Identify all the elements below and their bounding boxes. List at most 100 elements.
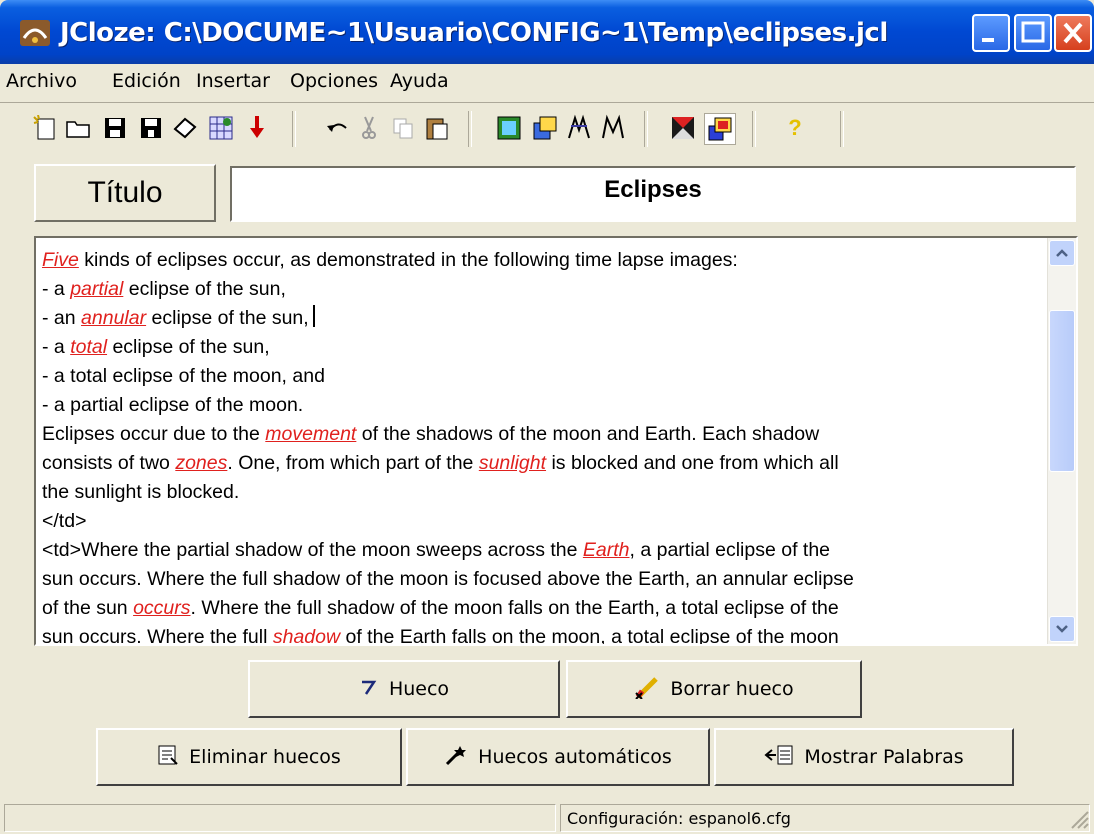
undo-icon[interactable] xyxy=(322,113,352,143)
editor-line: sun occurs. Where the full shadow of the… xyxy=(42,623,1038,646)
help-icon[interactable]: ? xyxy=(780,113,810,143)
gap-word[interactable]: movement xyxy=(265,423,356,445)
editor-text-run: Eclipses occur due to the xyxy=(42,423,266,445)
menu-opciones[interactable]: Opciones xyxy=(290,70,378,92)
cut-icon[interactable] xyxy=(354,113,384,143)
borrar-hueco-button[interactable]: Borrar hueco xyxy=(566,660,862,718)
copy-icon[interactable] xyxy=(388,113,418,143)
editor-text-run: <td>Where the partial shadow of the moon… xyxy=(42,539,583,561)
gap-icon xyxy=(359,677,379,702)
gap-word[interactable]: sunlight xyxy=(479,452,546,474)
editor-line: the sunlight is blocked. xyxy=(42,478,1038,507)
gap-word[interactable]: zones xyxy=(175,452,227,474)
eliminar-huecos-button[interactable]: Eliminar huecos xyxy=(96,728,402,786)
editor-text-run: of the shadows of the moon and Earth. Ea… xyxy=(356,423,820,445)
editor-line: - an annular eclipse of the sun, xyxy=(42,304,1038,333)
export-html-icon[interactable] xyxy=(564,113,594,143)
hueco-label: Hueco xyxy=(388,678,450,700)
editor-text-run: sun occurs. Where the full xyxy=(42,626,273,646)
editor-line: - a total eclipse of the moon, and xyxy=(42,362,1038,391)
download-arrow-icon[interactable] xyxy=(242,113,272,143)
status-bar: Configuración: espanol6.cfg xyxy=(0,800,1094,834)
menu-insertar[interactable]: Insertar xyxy=(196,70,270,92)
gap-word[interactable]: shadow xyxy=(273,626,340,644)
gap-word[interactable]: Five xyxy=(42,249,79,271)
editor-text-run: - a total eclipse of the moon, and xyxy=(42,365,325,387)
config-icon[interactable] xyxy=(668,113,698,143)
export-combo-icon[interactable] xyxy=(598,113,628,143)
editor-text-run: - an xyxy=(42,307,82,329)
editor-text-run: - a xyxy=(42,336,71,358)
editor-line: Five kinds of eclipses occur, as demonst… xyxy=(42,246,1038,275)
editor-text-run: . Where the full shadow of the moon fall… xyxy=(190,597,839,619)
editor-text-run: is blocked and one from which all xyxy=(546,452,839,474)
minimize-icon xyxy=(982,38,994,42)
vertical-scrollbar[interactable] xyxy=(1047,238,1076,644)
editor-line: <td>Where the partial shadow of the moon… xyxy=(42,536,1038,565)
jcloze-window: JCloze: C:\DOCUME~1\Usuario\CONFIG~1\Tem… xyxy=(0,0,1094,834)
paste-icon[interactable] xyxy=(422,113,452,143)
editor-text-run: eclipse of the sun, xyxy=(123,278,286,300)
title-label: Título xyxy=(34,164,216,222)
mostrar-palabras-label: Mostrar Palabras xyxy=(804,746,964,768)
huecos-automaticos-button[interactable]: Huecos automáticos xyxy=(406,728,710,786)
editor-line: - a partial eclipse of the sun, xyxy=(42,275,1038,304)
eraser-icon[interactable] xyxy=(170,113,200,143)
export-web-icon[interactable] xyxy=(494,113,524,143)
toolbar-separator xyxy=(468,111,472,147)
text-editor[interactable]: Five kinds of eclipses occur, as demonst… xyxy=(34,236,1078,646)
web-page-icon[interactable] xyxy=(206,113,236,143)
editor-text-run: - a partial eclipse of the moon. xyxy=(42,394,304,416)
save-as-icon[interactable] xyxy=(136,113,166,143)
scroll-down-button[interactable] xyxy=(1049,616,1075,642)
new-document-icon[interactable] xyxy=(30,113,60,143)
gap-word[interactable]: Earth xyxy=(583,539,630,561)
title-bar[interactable]: JCloze: C:\DOCUME~1\Usuario\CONFIG~1\Tem… xyxy=(0,0,1094,64)
toolbar-separator xyxy=(752,111,756,147)
editor-text-run: sun occurs. Where the full shadow of the… xyxy=(42,568,854,590)
export-drag-icon[interactable] xyxy=(530,113,560,143)
editor-line: - a partial eclipse of the moon. xyxy=(42,391,1038,420)
editor-text-run: of the Earth falls on the moon, a total … xyxy=(340,626,839,646)
hueco-button[interactable]: Hueco xyxy=(248,660,560,718)
chevron-up-icon xyxy=(1056,249,1068,257)
editor-text-run: . One, from which part of the xyxy=(227,452,479,474)
borrar-hueco-label: Borrar hueco xyxy=(670,678,794,700)
mostrar-palabras-button[interactable]: Mostrar Palabras xyxy=(714,728,1014,786)
editor-line: - a total eclipse of the sun, xyxy=(42,333,1038,362)
scroll-up-button[interactable] xyxy=(1049,240,1075,266)
status-config: Configuración: espanol6.cfg xyxy=(560,804,1090,832)
editor-text-run: </td> xyxy=(42,510,87,532)
editor-text-run: , a partial eclipse of the xyxy=(629,539,831,561)
toolbar-separator xyxy=(840,111,844,147)
editor-text-run: of the sun xyxy=(42,597,134,619)
title-input[interactable]: Eclipses xyxy=(230,166,1076,222)
gap-word[interactable]: annular xyxy=(81,307,146,329)
editor-text-run: kinds of eclipses occur, as demonstrated… xyxy=(78,249,738,271)
menu-ayuda[interactable]: Ayuda xyxy=(390,70,449,92)
editor-line: consists of two zones. One, from which p… xyxy=(42,449,1038,478)
menu-archivo[interactable]: Archivo xyxy=(6,70,77,92)
close-button[interactable] xyxy=(1054,14,1092,52)
word-list-icon xyxy=(764,744,794,771)
menu-edicion[interactable]: Edición xyxy=(112,70,181,92)
status-pane-left xyxy=(4,804,556,832)
eliminar-huecos-label: Eliminar huecos xyxy=(189,746,341,768)
options-icon[interactable] xyxy=(704,113,736,145)
scroll-thumb[interactable] xyxy=(1049,310,1075,472)
toolbar-separator xyxy=(644,111,648,147)
gap-word[interactable]: occurs xyxy=(133,597,190,619)
gap-word[interactable]: total xyxy=(70,336,107,358)
window-title: JCloze: C:\DOCUME~1\Usuario\CONFIG~1\Tem… xyxy=(60,18,888,48)
minimize-button[interactable] xyxy=(972,14,1010,52)
app-icon xyxy=(20,20,50,46)
open-folder-icon[interactable] xyxy=(64,113,94,143)
resize-grip-icon[interactable] xyxy=(1066,806,1090,830)
toolbar-separator xyxy=(292,111,296,147)
maximize-button[interactable] xyxy=(1014,14,1052,52)
gap-word[interactable]: partial xyxy=(70,278,123,300)
editor-text[interactable]: Five kinds of eclipses occur, as demonst… xyxy=(42,246,1038,646)
editor-line: Eclipses occur due to the movement of th… xyxy=(42,420,1038,449)
editor-line: of the sun occurs. Where the full shadow… xyxy=(42,594,1038,623)
save-icon[interactable] xyxy=(100,113,130,143)
